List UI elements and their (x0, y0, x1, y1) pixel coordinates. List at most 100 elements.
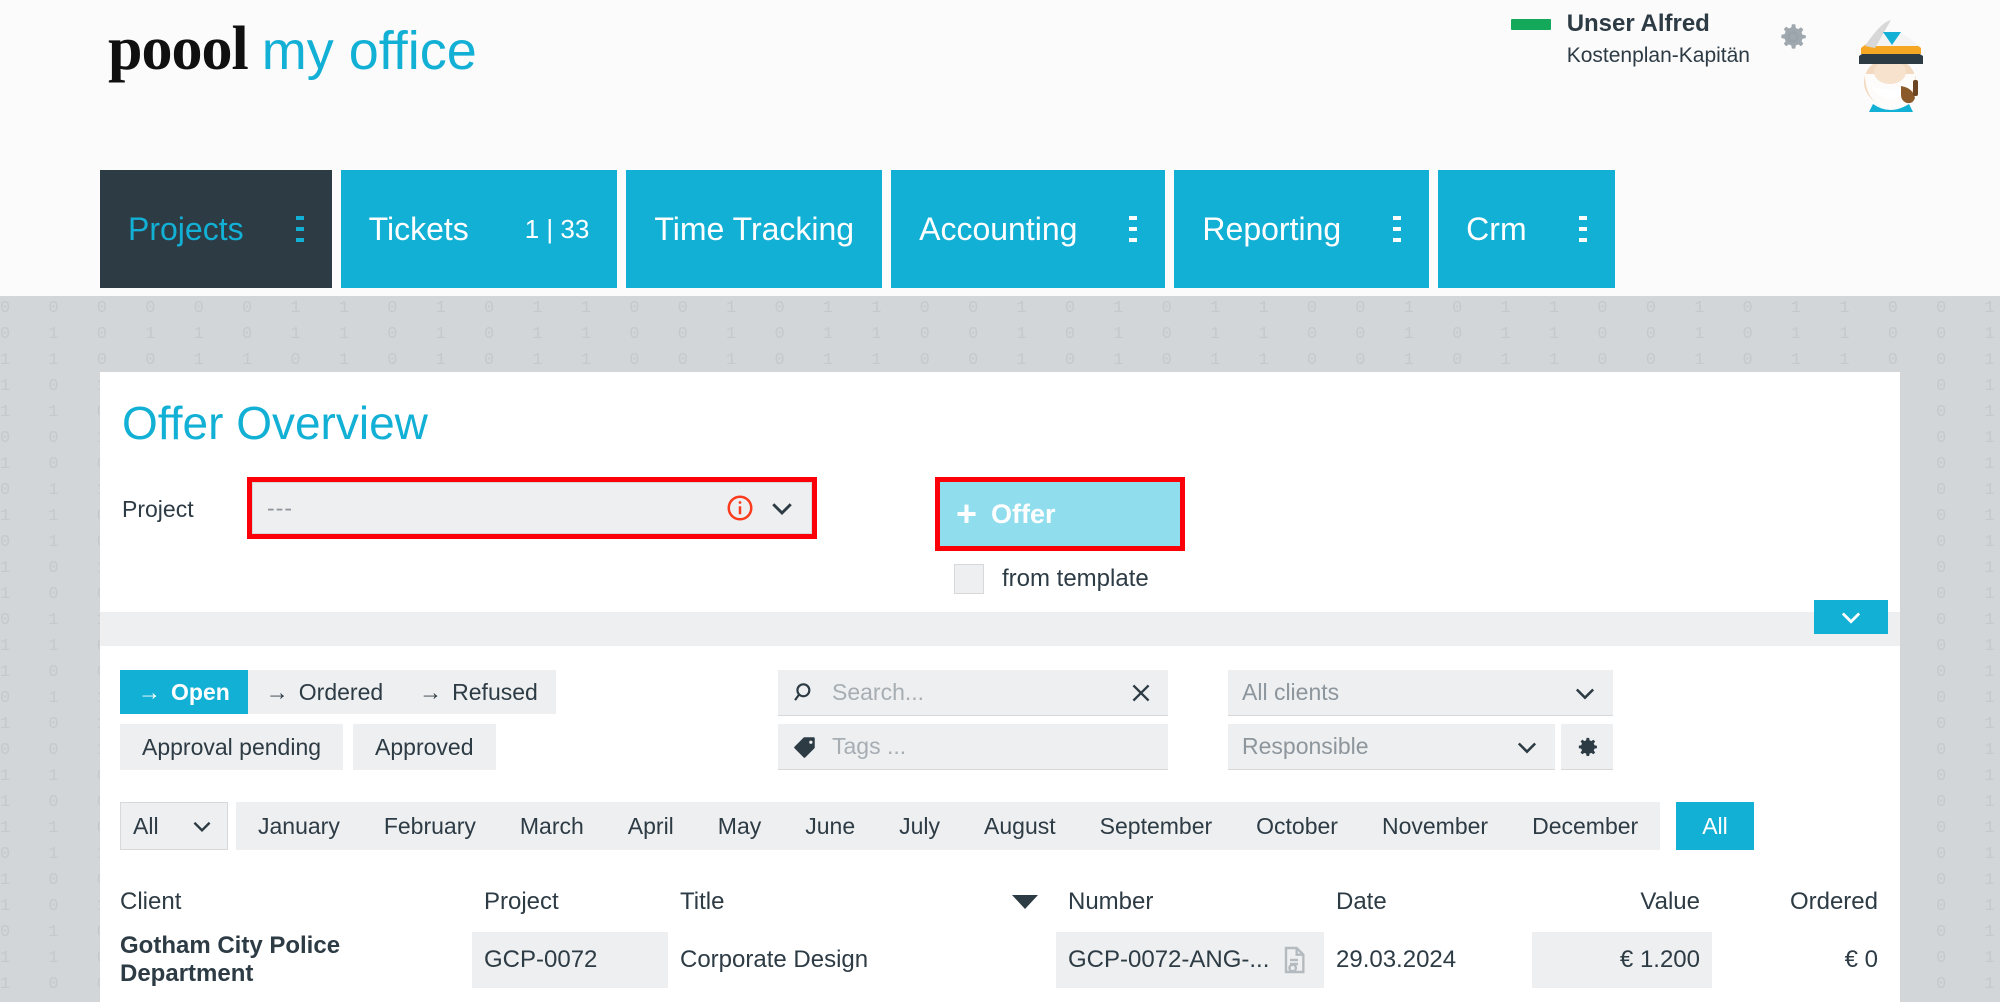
plus-icon: + (956, 493, 978, 534)
gear-icon[interactable] (1776, 20, 1810, 54)
chevron-down-icon (1513, 733, 1541, 761)
tag-icon (792, 734, 818, 760)
add-offer-button[interactable]: + Offer (935, 477, 1185, 551)
month-april[interactable]: April (606, 802, 696, 850)
column-header-date[interactable]: Date (1324, 872, 1532, 932)
from-template-row[interactable]: from template (954, 564, 1180, 594)
month-january[interactable]: January (236, 802, 362, 850)
project-label: Project (122, 496, 194, 522)
captain-avatar[interactable] (1835, 12, 1945, 112)
collapse-toggle-button[interactable] (1814, 600, 1888, 634)
arrow-right-icon: → (138, 678, 161, 705)
hamburger-icon[interactable] (270, 216, 304, 242)
status-tab-label: Refused (452, 678, 538, 705)
month-july[interactable]: July (877, 802, 962, 850)
project-select-value: --- (267, 494, 293, 521)
responsible-dropdown-value: Responsible (1242, 733, 1369, 759)
month-november[interactable]: November (1360, 802, 1510, 850)
column-header-title[interactable]: Title (668, 872, 1056, 932)
add-offer-label: Offer (991, 498, 1056, 529)
hamburger-icon[interactable] (1367, 216, 1402, 242)
status-tab-ordered[interactable]: → Ordered (248, 670, 401, 714)
cell-title: Corporate Design (680, 946, 869, 973)
chevron-down-icon (1841, 612, 1861, 624)
month-all-button[interactable]: All (1676, 802, 1754, 850)
month-february[interactable]: February (362, 802, 498, 850)
arrow-right-icon: → (265, 678, 289, 705)
nav-tab-crm[interactable]: Crm (1438, 170, 1615, 288)
responsible-dropdown[interactable]: Responsible (1228, 724, 1555, 770)
month-september[interactable]: September (1078, 802, 1235, 850)
document-icon[interactable] (1278, 944, 1310, 976)
nav-tab-label: Accounting (919, 210, 1078, 247)
user-name: Unser Alfred (1566, 10, 1710, 37)
hamburger-icon[interactable] (1553, 216, 1587, 242)
from-template-checkbox[interactable] (954, 564, 984, 594)
column-header-ordered[interactable]: Ordered (1712, 872, 1888, 932)
table-header-row: Client Project Title Number Date Value O… (120, 872, 1900, 932)
month-august[interactable]: August (962, 802, 1078, 850)
nav-tab-accounting[interactable]: Accounting (891, 170, 1166, 288)
column-header-number[interactable]: Number (1056, 872, 1324, 932)
status-tab-label: Ordered (298, 678, 384, 705)
nav-tab-reporting[interactable]: Reporting (1174, 170, 1430, 288)
cell-project: GCP-0072 (472, 932, 668, 988)
clients-dropdown[interactable]: All clients (1228, 670, 1613, 716)
column-header-client[interactable]: Client (120, 872, 472, 932)
nav-tab-time-tracking[interactable]: Time Tracking (626, 170, 883, 288)
tags-input[interactable]: Tags ... (778, 724, 1168, 770)
column-header-title-label: Title (680, 888, 725, 915)
column-header-value[interactable]: Value (1532, 872, 1712, 932)
cell-number-text: GCP-0072-ANG-... (1068, 946, 1270, 973)
chevron-down-icon[interactable] (767, 493, 797, 523)
month-may[interactable]: May (696, 802, 783, 850)
column-header-project[interactable]: Project (472, 872, 668, 932)
year-all-select[interactable]: All (120, 802, 228, 850)
hamburger-icon[interactable] (1103, 216, 1138, 242)
search-column: Search... Tags ... (778, 670, 1168, 770)
search-input[interactable]: Search... (778, 670, 1168, 716)
user-block[interactable]: Unser Alfred Kostenplan-Kapitän (1510, 10, 1750, 68)
nav-tab-label: Reporting (1202, 210, 1342, 247)
app-header: poool my office Unser Alfred Kostenplan-… (0, 0, 2000, 148)
from-template-label: from template (1002, 565, 1149, 592)
offer-create-block: + Offer from template (935, 477, 1185, 594)
approval-pending-button[interactable]: Approval pending (120, 724, 344, 770)
nav-tab-label: Tickets (368, 210, 469, 247)
project-select[interactable]: --- (247, 477, 817, 539)
nav-tabs: Projects Tickets 1 | 33 Time Tracking Ac… (100, 170, 1615, 288)
cell-value: € 1.200 (1532, 932, 1712, 988)
logo-subtitle: my office (261, 21, 477, 81)
cell-client: Gotham City Police Department (120, 932, 341, 987)
offers-table: Client Project Title Number Date Value O… (120, 872, 1900, 988)
month-march[interactable]: March (498, 802, 606, 850)
responsible-settings-button[interactable] (1561, 724, 1613, 770)
page-background: 0 0 0 0 0 0 1 1 0 1 0 1 1 0 0 1 0 1 1 0 … (0, 296, 2000, 1002)
search-placeholder: Search... (832, 679, 925, 705)
status-tab-label: Open (171, 678, 230, 705)
gear-icon (1578, 737, 1597, 756)
offer-overview-card: Offer Overview Project --- + Offer from … (100, 372, 1900, 1002)
cell-ordered: € 0 (1844, 946, 1878, 973)
approved-button[interactable]: Approved (353, 724, 496, 770)
month-filter-row: All January February March April May Jun… (120, 802, 1754, 850)
main-navigation: Projects Tickets 1 | 33 Time Tracking Ac… (0, 148, 2000, 371)
status-tab-open[interactable]: → Open (120, 670, 248, 714)
user-role: Kostenplan-Kapitän (1566, 44, 1750, 67)
table-row[interactable]: Gotham City Police Department GCP-0072 C… (120, 932, 1900, 988)
tags-placeholder: Tags ... (832, 733, 907, 759)
nav-tab-label: Projects (128, 210, 244, 247)
nav-tab-label: Crm (1466, 210, 1527, 247)
info-circle-icon[interactable] (725, 493, 755, 523)
dropdown-column: All clients Responsible (1228, 670, 1613, 770)
month-december[interactable]: December (1510, 802, 1660, 850)
close-icon[interactable] (1128, 680, 1154, 706)
status-tab-refused[interactable]: → Refused (401, 670, 556, 714)
logo[interactable]: poool my office (108, 18, 477, 80)
nav-tab-projects[interactable]: Projects (100, 170, 332, 288)
sort-descending-icon (1012, 895, 1038, 909)
nav-tab-tickets[interactable]: Tickets 1 | 33 (340, 170, 618, 288)
month-october[interactable]: October (1234, 802, 1360, 850)
month-june[interactable]: June (783, 802, 877, 850)
cell-date: 29.03.2024 (1336, 946, 1457, 973)
